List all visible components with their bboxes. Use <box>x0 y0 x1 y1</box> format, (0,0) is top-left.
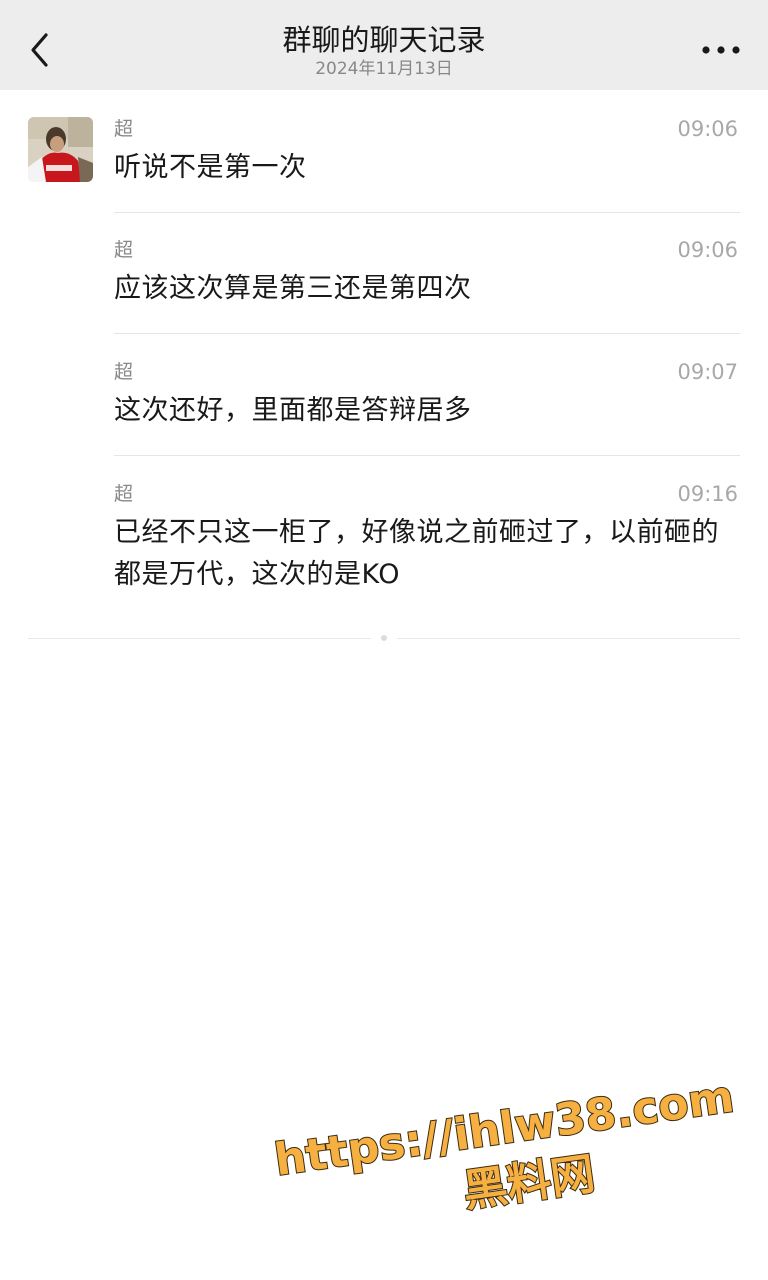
message-item[interactable]: 超 09:06 听说不是第一次 <box>114 117 740 213</box>
end-divider-right <box>397 638 740 639</box>
chat-history-screen: 群聊的聊天记录 2024年11月13日 超 09:06 听说不是第一次 超 09… <box>0 0 768 1280</box>
avatar-photo-icon <box>28 117 93 182</box>
end-divider-left <box>28 638 371 639</box>
message-item[interactable]: 超 09:06 应该这次算是第三还是第四次 <box>114 238 740 334</box>
message-time: 09:16 <box>677 482 738 506</box>
watermark-name: 黑料网 <box>460 1148 598 1217</box>
avatar[interactable] <box>28 117 93 182</box>
message-text: 这次还好，里面都是答辩居多 <box>114 395 472 426</box>
message-text: 已经不只这一柜了，好像说之前砸过了，以前砸的都是万代，这次的是KO <box>114 517 719 590</box>
more-button[interactable] <box>696 30 746 70</box>
ellipsis-icon <box>702 46 740 54</box>
page-subtitle-date: 2024年11月13日 <box>315 59 453 79</box>
message-time: 09:06 <box>677 238 738 262</box>
nav-header: 群聊的聊天记录 2024年11月13日 <box>0 0 768 90</box>
message-divider <box>114 212 740 213</box>
message-sender: 超 <box>114 239 134 261</box>
message-divider <box>114 333 740 334</box>
message-item[interactable]: 超 09:07 这次还好，里面都是答辩居多 <box>114 360 740 456</box>
message-text: 听说不是第一次 <box>114 152 307 183</box>
message-item[interactable]: 超 09:16 已经不只这一柜了，好像说之前砸过了，以前砸的都是万代，这次的是K… <box>114 482 740 602</box>
end-dot <box>381 635 387 641</box>
watermark-logo: https://ihlw38.com 黑料网 <box>270 1070 738 1218</box>
message-sender: 超 <box>114 361 134 383</box>
page-title: 群聊的聊天记录 <box>282 23 486 57</box>
message-divider <box>114 455 740 456</box>
message-sender: 超 <box>114 118 134 140</box>
message-text: 应该这次算是第三还是第四次 <box>114 273 472 304</box>
message-time: 09:07 <box>677 360 738 384</box>
message-time: 09:06 <box>677 117 738 141</box>
message-sender: 超 <box>114 483 134 505</box>
